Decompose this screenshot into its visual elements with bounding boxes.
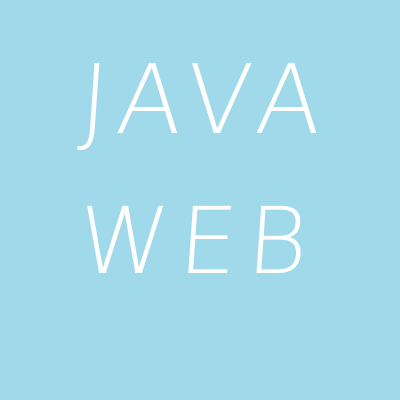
title-line-java: JAVA [76, 44, 336, 156]
title-line-web: WEB [74, 188, 322, 295]
cover-image: JAVA WEB [0, 0, 400, 400]
